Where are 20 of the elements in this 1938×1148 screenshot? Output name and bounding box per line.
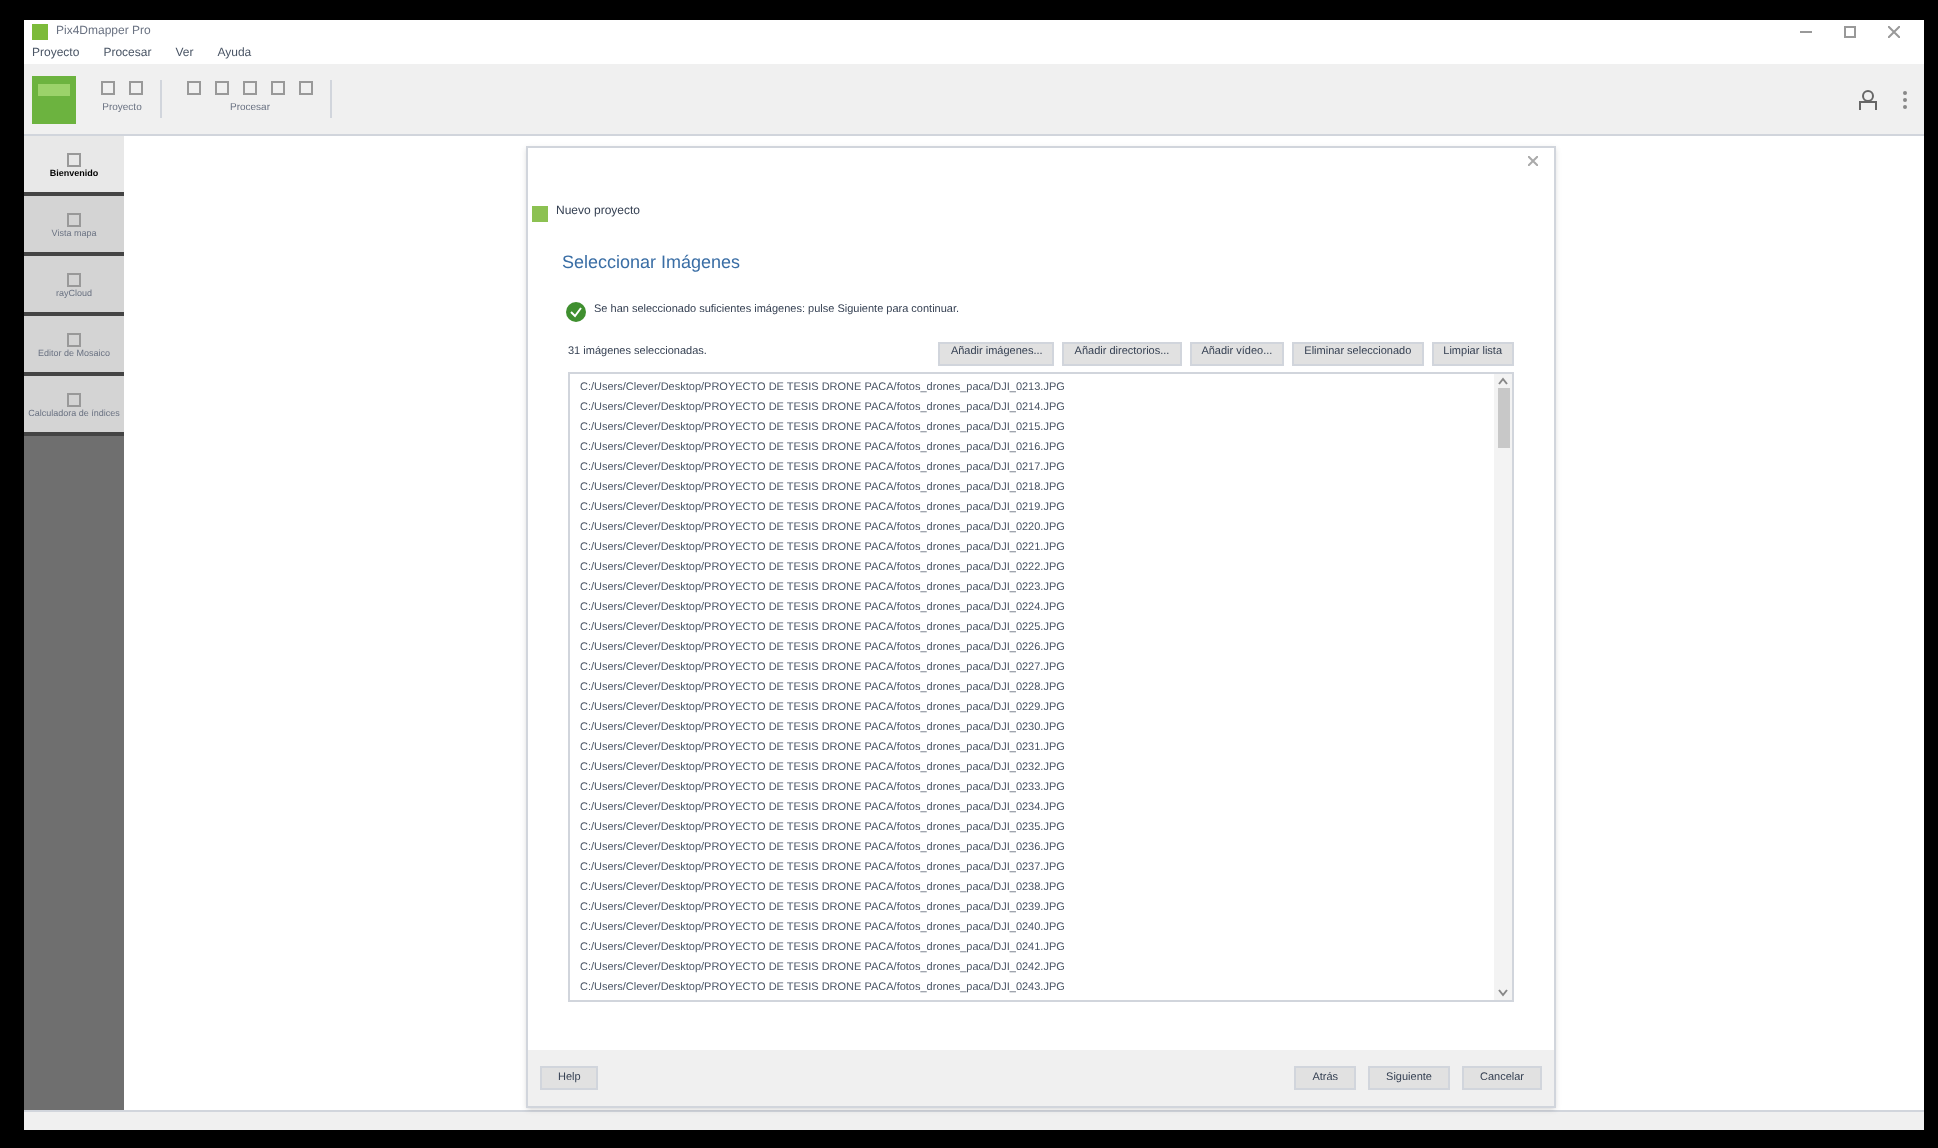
user-icon[interactable] [1858, 89, 1878, 109]
close-icon[interactable] [1888, 26, 1900, 38]
scroll-thumb[interactable] [1497, 387, 1509, 447]
square-icon [66, 271, 82, 287]
square-icon [66, 211, 82, 227]
more-icon[interactable] [1902, 89, 1908, 109]
scroll-up-icon[interactable] [1498, 375, 1508, 385]
square-icon [66, 391, 82, 407]
close-icon[interactable] [1528, 156, 1538, 166]
maximize-icon[interactable] [1844, 26, 1856, 38]
scroll-down-icon[interactable] [1498, 987, 1508, 997]
app-logo-icon [32, 75, 76, 123]
project-icon [532, 205, 548, 221]
section-heading: Seleccionar Imágenes [562, 250, 743, 276]
square-icon [66, 331, 82, 347]
square-icon [66, 151, 82, 167]
app-logo-icon [32, 24, 48, 40]
success-icon [566, 301, 586, 321]
scrollbar[interactable] [1494, 373, 1512, 999]
minimize-icon[interactable] [1800, 26, 1812, 38]
